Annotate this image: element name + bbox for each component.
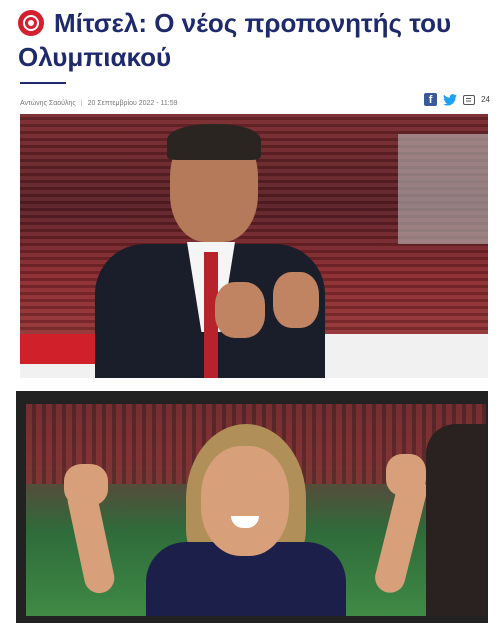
coach-hair <box>167 124 261 160</box>
facebook-icon[interactable]: f <box>424 93 438 106</box>
article-photo-coach <box>20 114 488 378</box>
article-header: Μίτσελ: Ο νέος προπονητής του Ολυμπιακού <box>18 6 488 74</box>
title-divider <box>20 82 66 84</box>
article-title: Μίτσελ: Ο νέος προπονητής του Ολυμπιακού <box>18 6 488 74</box>
article-photo-celebration <box>26 404 486 616</box>
publish-date: 20 Σεπτεμβρίου 2022 - 11:59 <box>87 99 178 107</box>
author-name[interactable]: Αντώνης Σαούλης <box>20 100 76 107</box>
comment-icon[interactable] <box>463 94 476 105</box>
share-bar: f 24 <box>424 93 490 106</box>
coach-figure <box>95 124 325 378</box>
twitter-icon[interactable] <box>443 93 458 106</box>
stadium-stand-section <box>398 134 488 244</box>
coach-right-fist <box>273 272 319 328</box>
article-title-line-2: Ολυμπιακού <box>18 42 172 72</box>
woman-right-fist <box>386 454 426 496</box>
coach-left-fist <box>215 282 265 338</box>
woman-face <box>201 446 289 556</box>
byline-separator: | <box>80 99 83 107</box>
photo-separator <box>14 381 488 391</box>
olympiacos-logo-icon <box>18 10 44 36</box>
woman-left-fist <box>64 464 108 506</box>
article-title-line-1: Μίτσελ: Ο νέος προπονητής του <box>54 8 452 38</box>
comment-count[interactable]: 24 <box>481 95 490 104</box>
celebrating-woman-figure <box>56 424 431 616</box>
byline: Αντώνης Σαούλης | 20 Σεπτεμβρίου 2022 - … <box>20 96 488 110</box>
foreground-person <box>426 424 486 616</box>
